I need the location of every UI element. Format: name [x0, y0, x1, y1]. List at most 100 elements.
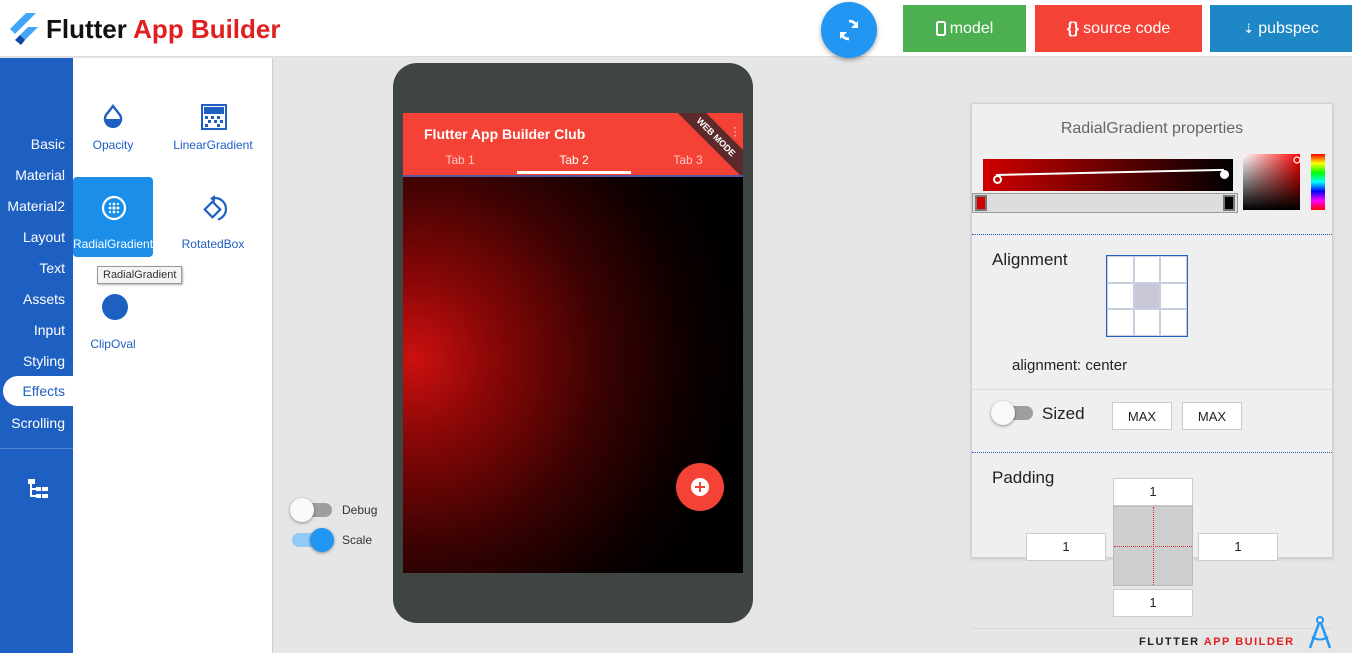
padding-right-input[interactable]: 1 [1198, 533, 1278, 561]
align-top-center[interactable] [1133, 256, 1161, 283]
widget-label-radialgradient: RadialGradient [73, 237, 154, 251]
widget-tooltip: RadialGradient [97, 266, 183, 284]
sidebar-item-text[interactable]: Text [39, 260, 65, 276]
gradient-icon [201, 104, 227, 130]
app-title-part2: App Builder [133, 14, 281, 44]
align-top-left[interactable] [1107, 256, 1134, 283]
opacity-icon [103, 104, 123, 128]
model-button[interactable]: model [903, 5, 1026, 52]
alignment-value: alignment: center [1012, 357, 1128, 374]
widget-label-opacity: Opacity [92, 138, 134, 152]
app-title-part1: Flutter [46, 14, 127, 44]
align-bottom-left[interactable] [1107, 309, 1134, 336]
debug-toggle[interactable] [290, 498, 332, 522]
align-bottom-center[interactable] [1133, 309, 1161, 336]
widget-label-clipoval: ClipOval [90, 337, 136, 351]
sidebar-item-layout[interactable]: Layout [23, 229, 65, 245]
color-stop-black[interactable] [1223, 195, 1235, 211]
phone-preview: Flutter App Builder Club Tab 1 Tab 2 Tab… [393, 63, 753, 623]
color-saturation-picker[interactable] [1243, 154, 1300, 210]
align-bottom-right[interactable] [1160, 309, 1187, 336]
sidebar-item-basic[interactable]: Basic [31, 136, 65, 152]
widget-tree-icon[interactable] [27, 478, 49, 500]
sidebar-item-effects[interactable]: Effects [3, 376, 73, 406]
widget-opacity[interactable]: Opacity [73, 80, 153, 160]
sized-width-input[interactable]: MAX [1112, 402, 1172, 430]
source-code-button-label: source code [1083, 19, 1171, 37]
widget-radialgradient[interactable]: RadialGradient [73, 177, 153, 257]
scale-toggle-label: Scale [342, 533, 373, 547]
phone-tab-2[interactable]: Tab 2 [517, 153, 631, 167]
align-top-right[interactable] [1160, 256, 1187, 283]
widget-label-rotatedbox: RotatedBox [181, 237, 245, 251]
debug-toggle-knob [290, 498, 314, 522]
clip-oval-icon [102, 294, 128, 320]
phone-icon [935, 21, 946, 36]
sidebar-item-material2[interactable]: Material2 [7, 198, 65, 214]
tab-indicator [517, 171, 631, 174]
footer-brand-part1: FLUTTER [1139, 636, 1200, 648]
align-center-left[interactable] [1107, 282, 1134, 310]
widget-lineargradient[interactable]: LinearGradient [173, 80, 253, 160]
pubspec-button[interactable]: ⇣ pubspec [1210, 5, 1352, 52]
gradient-end-handle[interactable] [1220, 170, 1229, 179]
model-button-label: model [949, 19, 994, 37]
sidebar-item-scrolling[interactable]: Scrolling [11, 415, 65, 431]
add-circle-icon [691, 478, 709, 496]
refresh-icon [839, 19, 859, 41]
alignment-label: Alignment [992, 250, 1068, 269]
separator [972, 452, 1332, 453]
sidebar-item-styling[interactable]: Styling [23, 353, 65, 369]
sidebar-item-input[interactable]: Input [34, 322, 65, 338]
widget-rotatedbox[interactable]: RotatedBox [173, 177, 253, 257]
padding-label: Padding [992, 468, 1055, 487]
sidebar-item-effects-label: Effects [22, 383, 65, 399]
sized-height-input[interactable]: MAX [1182, 402, 1242, 430]
phone-appbar: Flutter App Builder Club Tab 1 Tab 2 Tab… [403, 113, 743, 175]
sidebar-divider [0, 448, 73, 449]
sidebar-item-assets[interactable]: Assets [23, 291, 65, 307]
align-center[interactable] [1133, 282, 1161, 310]
color-picker-cursor [1293, 156, 1301, 164]
padding-left-input[interactable]: 1 [1026, 533, 1106, 561]
more-vert-icon[interactable]: · · · [733, 121, 737, 141]
separator [972, 389, 1332, 390]
footer-separator [971, 628, 1333, 629]
properties-title: RadialGradient properties [1060, 120, 1244, 137]
debug-toggle-label: Debug [342, 503, 378, 517]
padding-top-input[interactable]: 1 [1113, 478, 1193, 506]
padding-preview-box [1113, 506, 1193, 586]
sized-toggle-knob [991, 401, 1015, 425]
phone-tab-1[interactable]: Tab 1 [403, 153, 517, 167]
app-title: Flutter App Builder [46, 14, 281, 45]
debug-toggle-row: Debug [290, 498, 378, 522]
flutter-logo-icon [10, 13, 38, 45]
widget-clipoval[interactable]: ClipOval [73, 277, 153, 357]
pubspec-icon: ⇣ [1243, 20, 1255, 36]
category-sidebar: Basic Material Material2 Layout Text Ass… [0, 58, 73, 653]
gradient-start-handle[interactable] [993, 175, 1002, 184]
footer-brand: FLUTTER APP BUILDER [1139, 636, 1295, 648]
app-header: Flutter App Builder model {} source code… [0, 0, 1352, 58]
radial-gradient-preview [403, 175, 743, 573]
align-center-right[interactable] [1160, 282, 1187, 310]
padding-bottom-input[interactable]: 1 [1113, 589, 1193, 617]
radial-gradient-icon [101, 195, 127, 221]
source-code-button[interactable]: {} source code [1035, 5, 1202, 52]
scale-toggle[interactable] [292, 528, 334, 552]
sized-label: Sized [1042, 404, 1085, 423]
pubspec-button-label: pubspec [1258, 19, 1319, 37]
widget-label-lineargradient: LinearGradient [173, 138, 253, 152]
sized-toggle[interactable] [991, 401, 1033, 425]
hue-slider[interactable] [1311, 154, 1325, 210]
compass-logo-icon [1308, 616, 1332, 649]
color-stops-track[interactable] [972, 193, 1238, 213]
refresh-button[interactable] [821, 2, 877, 58]
padding-guide-vertical [1153, 507, 1154, 585]
fab-add-button[interactable] [676, 463, 724, 511]
sidebar-item-material[interactable]: Material [15, 167, 65, 183]
color-stop-red[interactable] [975, 195, 987, 211]
phone-app-title: Flutter App Builder Club [424, 126, 586, 142]
scale-toggle-knob [310, 528, 334, 552]
alignment-grid [1106, 255, 1188, 337]
